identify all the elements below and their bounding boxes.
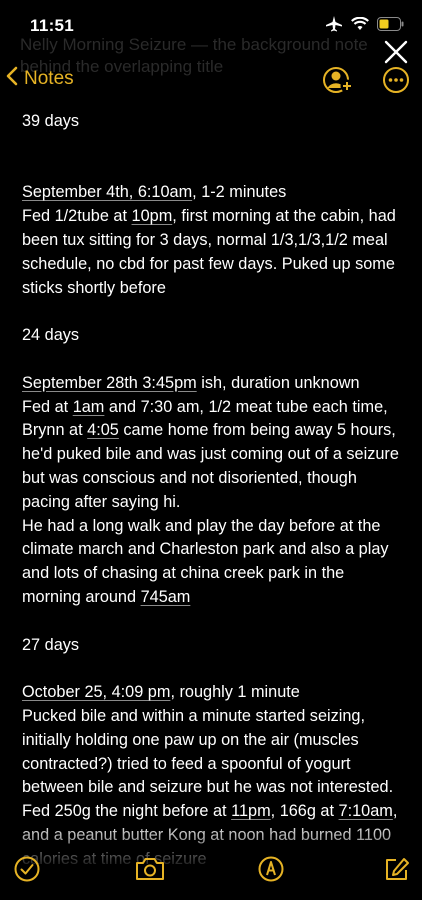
time-link[interactable]: 10pm	[132, 207, 173, 225]
entry-title: October 25, 4:09 pm, roughly 1 minute	[22, 683, 300, 702]
date-link[interactable]: October 25, 4:09 pm	[22, 683, 170, 701]
checklist-icon[interactable]	[14, 856, 40, 887]
camera-icon[interactable]	[134, 856, 166, 887]
time-link[interactable]: 4:05	[87, 421, 119, 439]
days-heading: 27 days	[22, 635, 80, 654]
time-link[interactable]: 11pm	[231, 802, 271, 820]
entry-text: Fed 1/2tube at 10pm, first morning at th…	[22, 207, 396, 297]
share-person-icon[interactable]	[322, 66, 354, 99]
more-options-icon[interactable]	[382, 66, 410, 99]
note-body[interactable]: 39 days September 4th, 6:10am, 1-2 minut…	[22, 110, 406, 872]
entry-title: September 4th, 6:10am, 1-2 minutes	[22, 183, 287, 202]
markup-icon[interactable]	[258, 856, 284, 887]
nav-bar: Notes	[0, 60, 422, 100]
entry-text: Fed at 1am and 7:30 am, 1/2 meat tube ea…	[22, 397, 399, 511]
days-heading: 39 days	[22, 112, 80, 130]
back-label: Notes	[24, 68, 74, 89]
compose-icon[interactable]	[382, 856, 410, 889]
entry-text: He had a long walk and play the day befo…	[22, 516, 389, 606]
close-icon[interactable]	[384, 40, 408, 69]
time-link[interactable]: 1am	[73, 398, 105, 416]
back-button[interactable]: Notes	[6, 66, 74, 92]
chevron-left-icon	[6, 66, 18, 92]
date-link[interactable]: September 28th 3:45pm	[22, 374, 197, 392]
time-link[interactable]: 7:10am	[339, 802, 393, 820]
bottom-toolbar	[0, 850, 422, 890]
status-time: 11:51	[30, 16, 75, 35]
time-link[interactable]: 745am	[141, 588, 191, 606]
date-link[interactable]: September 4th, 6:10am	[22, 183, 192, 201]
entry-title: September 28th 3:45pm ish, duration unkn…	[22, 373, 360, 392]
days-heading: 24 days	[22, 326, 80, 345]
